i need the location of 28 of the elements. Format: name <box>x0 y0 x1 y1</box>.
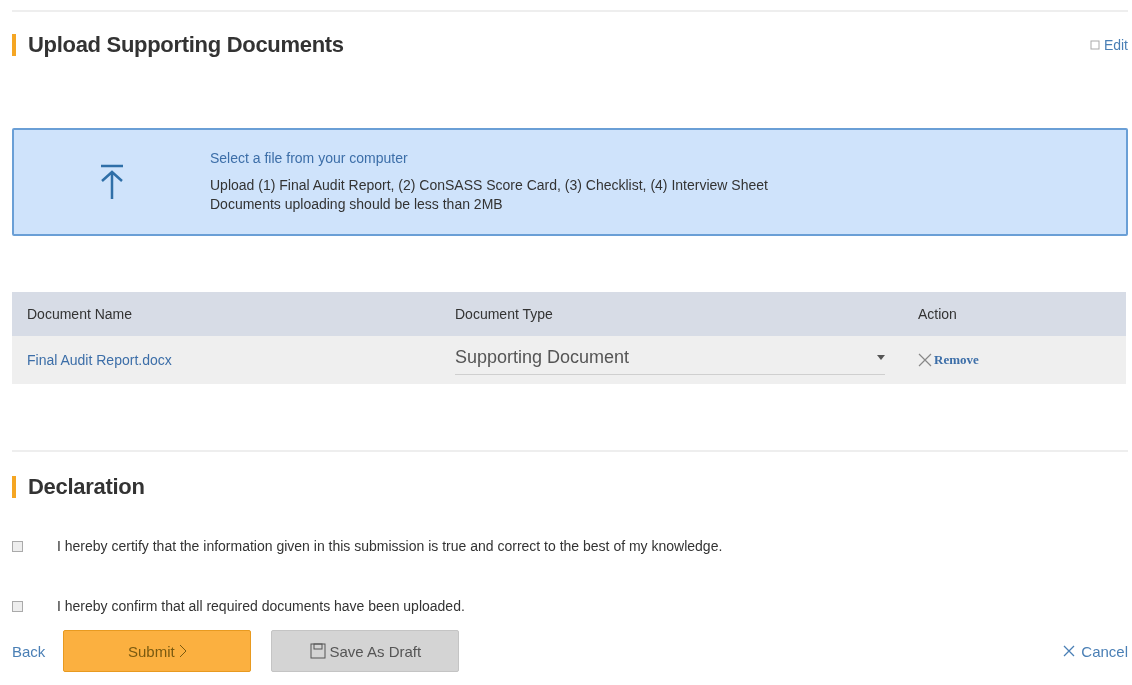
column-header: Document Name <box>27 306 134 322</box>
close-icon <box>918 353 932 367</box>
close-icon <box>1063 645 1076 657</box>
checkbox[interactable] <box>12 540 23 552</box>
cancel-link[interactable]: Cancel <box>1063 642 1128 660</box>
checkbox[interactable] <box>12 600 23 612</box>
back-link[interactable]: Back <box>12 642 46 660</box>
submit-button[interactable]: Submit <box>63 630 252 672</box>
section-title: Declaration <box>12 476 1128 498</box>
remove-link[interactable]: Remove <box>918 352 1126 368</box>
save-draft-button[interactable]: Save As Draft <box>271 630 460 672</box>
edit-link[interactable]: Edit <box>1089 37 1128 53</box>
edit-icon <box>1089 40 1100 50</box>
column-header: Document Type <box>455 306 554 322</box>
section-title: Upload Supporting Documents <box>12 34 344 56</box>
file-drop-zone[interactable]: Select a file from your computer Upload (1) Final Audit Report, (2) ConSASS Score Card, (3) Checklist, (4) Interview Sheet Documents uploading should be less than 2MB <box>12 128 1128 236</box>
document-type-select[interactable]: Supporting Document <box>455 345 885 375</box>
column-header: Action <box>918 306 958 322</box>
declaration-text: I hereby confirm that all required documents have been uploaded. <box>57 598 465 614</box>
caret-icon <box>877 355 885 360</box>
upload-icon <box>99 163 125 201</box>
size-limit-note: Documents uploading should be less than 2MB <box>210 195 504 214</box>
upload-prompt: Select a file from your computer <box>210 150 409 166</box>
save-icon <box>309 643 326 659</box>
upload-instructions: Upload (1) Final Audit Report, (2) ConSASS Score Card, (3) Checklist, (4) Interview Sheet <box>210 176 768 195</box>
file-name: Final Audit Report.docx <box>27 352 173 368</box>
declaration-text: I hereby certify that the information given in this submission is true and correct to the best of my knowledge. <box>57 538 723 554</box>
chevron-right-icon <box>178 644 187 658</box>
